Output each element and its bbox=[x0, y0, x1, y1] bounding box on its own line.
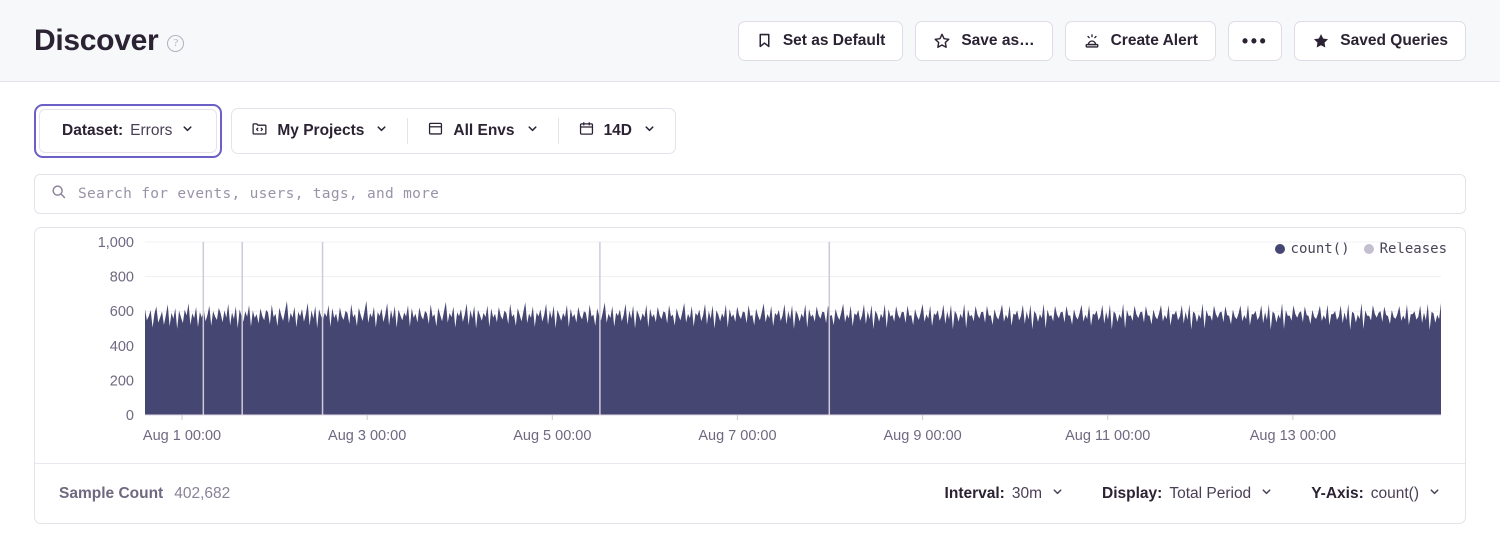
chevron-down-icon bbox=[643, 122, 656, 140]
dataset-value: Errors bbox=[130, 122, 172, 140]
x-axis-tick-label: Aug 7 00:00 bbox=[698, 428, 776, 444]
interval-selector[interactable]: Interval: 30m bbox=[945, 485, 1064, 503]
window-icon bbox=[427, 120, 444, 142]
date-range-label: 14D bbox=[604, 122, 632, 140]
set-as-default-label: Set as Default bbox=[783, 32, 886, 50]
more-options-button[interactable]: ••• bbox=[1228, 21, 1282, 61]
search-input[interactable] bbox=[78, 186, 1450, 202]
environment-selector-label: All Envs bbox=[453, 122, 514, 140]
y-axis-tick-label: 0 bbox=[126, 408, 134, 424]
page-title: Discover bbox=[34, 24, 158, 58]
ellipsis-icon: ••• bbox=[1242, 36, 1268, 46]
chevron-down-icon bbox=[181, 122, 194, 140]
project-selector-label: My Projects bbox=[277, 122, 364, 140]
dataset-focus-ring: Dataset: Errors bbox=[34, 104, 222, 158]
bookmark-icon bbox=[756, 32, 773, 49]
star-filled-icon bbox=[1312, 32, 1330, 50]
saved-queries-label: Saved Queries bbox=[1340, 32, 1448, 50]
header-actions: Set as Default Save as… Create Alert ••• bbox=[738, 21, 1466, 61]
y-axis-tick-label: 400 bbox=[110, 339, 134, 355]
set-as-default-button[interactable]: Set as Default bbox=[738, 21, 904, 61]
y-axis-tick-label: 1,000 bbox=[98, 235, 134, 251]
display-label: Display: bbox=[1102, 485, 1162, 503]
x-axis-tick-label: Aug 1 00:00 bbox=[143, 428, 221, 444]
y-axis-label: Y-Axis: bbox=[1311, 485, 1364, 503]
environment-selector[interactable]: All Envs bbox=[408, 109, 557, 153]
filter-bar: Dataset: Errors My Projects bbox=[0, 82, 1500, 158]
y-axis-selector[interactable]: Y-Axis: count() bbox=[1311, 485, 1441, 503]
chart-card: count() Releases 02004006008001,000Aug 1… bbox=[34, 227, 1466, 524]
display-selector[interactable]: Display: Total Period bbox=[1102, 485, 1273, 503]
page-header: Discover ? Set as Default Save as… bbox=[0, 0, 1500, 82]
chart-svg: 0 200 400 600 800 1,000 Aug 1 00:00 Aug 3 00:00… bbox=[35, 228, 1465, 463]
create-alert-label: Create Alert bbox=[1111, 32, 1198, 50]
saved-queries-button[interactable]: Saved Queries bbox=[1294, 21, 1466, 61]
series-area-count bbox=[145, 301, 1441, 415]
y-axis-tick-label: 600 bbox=[110, 304, 134, 320]
chevron-down-icon bbox=[1260, 485, 1273, 503]
save-as-button[interactable]: Save as… bbox=[915, 21, 1052, 61]
search-bar[interactable] bbox=[34, 174, 1466, 214]
chevron-down-icon bbox=[526, 122, 539, 140]
display-value: Total Period bbox=[1169, 485, 1251, 503]
chart-footer: Sample Count 402,682 Interval: 30m Displ… bbox=[35, 463, 1465, 523]
x-axis-tick-label: Aug 11 00:00 bbox=[1065, 428, 1150, 444]
create-alert-button[interactable]: Create Alert bbox=[1065, 21, 1216, 61]
sample-count-value: 402,682 bbox=[174, 485, 230, 503]
chevron-down-icon bbox=[375, 122, 388, 140]
project-selector[interactable]: My Projects bbox=[232, 109, 407, 153]
interval-value: 30m bbox=[1012, 485, 1042, 503]
footer-controls: Interval: 30m Display: Total Period Y-Ax… bbox=[945, 485, 1441, 503]
chart-area: count() Releases 02004006008001,000Aug 1… bbox=[35, 228, 1465, 463]
question-circle-icon[interactable]: ? bbox=[167, 35, 184, 52]
calendar-icon bbox=[578, 120, 595, 142]
chevron-down-icon bbox=[1428, 485, 1441, 503]
siren-icon bbox=[1083, 32, 1101, 50]
interval-label: Interval: bbox=[945, 485, 1005, 503]
search-section bbox=[0, 158, 1500, 214]
date-range-selector[interactable]: 14D bbox=[559, 109, 675, 153]
sample-count-label: Sample Count bbox=[59, 485, 163, 503]
y-axis-tick-label: 800 bbox=[110, 270, 134, 286]
x-axis-tick-label: Aug 13 00:00 bbox=[1250, 428, 1336, 444]
search-icon bbox=[50, 183, 67, 205]
dataset-label: Dataset: bbox=[62, 122, 123, 140]
y-axis-tick-label: 200 bbox=[110, 373, 134, 389]
environment-filter-group: My Projects All Envs bbox=[231, 108, 676, 154]
dataset-selector[interactable]: Dataset: Errors bbox=[39, 109, 217, 153]
star-outline-icon bbox=[933, 32, 951, 50]
page-title-group: Discover ? bbox=[34, 24, 184, 58]
y-axis-value: count() bbox=[1371, 485, 1419, 503]
project-folder-icon bbox=[251, 120, 268, 142]
chart-plot[interactable]: 0 200 400 600 800 1,000 Aug 1 00:00 Aug 3 00:00… bbox=[35, 228, 1465, 463]
chevron-down-icon bbox=[1051, 485, 1064, 503]
x-axis-tick-label: Aug 9 00:00 bbox=[883, 428, 961, 444]
sample-count: Sample Count 402,682 bbox=[59, 485, 230, 503]
save-as-label: Save as… bbox=[961, 32, 1034, 50]
x-axis-tick-label: Aug 3 00:00 bbox=[328, 428, 406, 444]
chart-card-wrapper: count() Releases 02004006008001,000Aug 1… bbox=[0, 214, 1500, 524]
x-axis-tick-label: Aug 5 00:00 bbox=[513, 428, 591, 444]
